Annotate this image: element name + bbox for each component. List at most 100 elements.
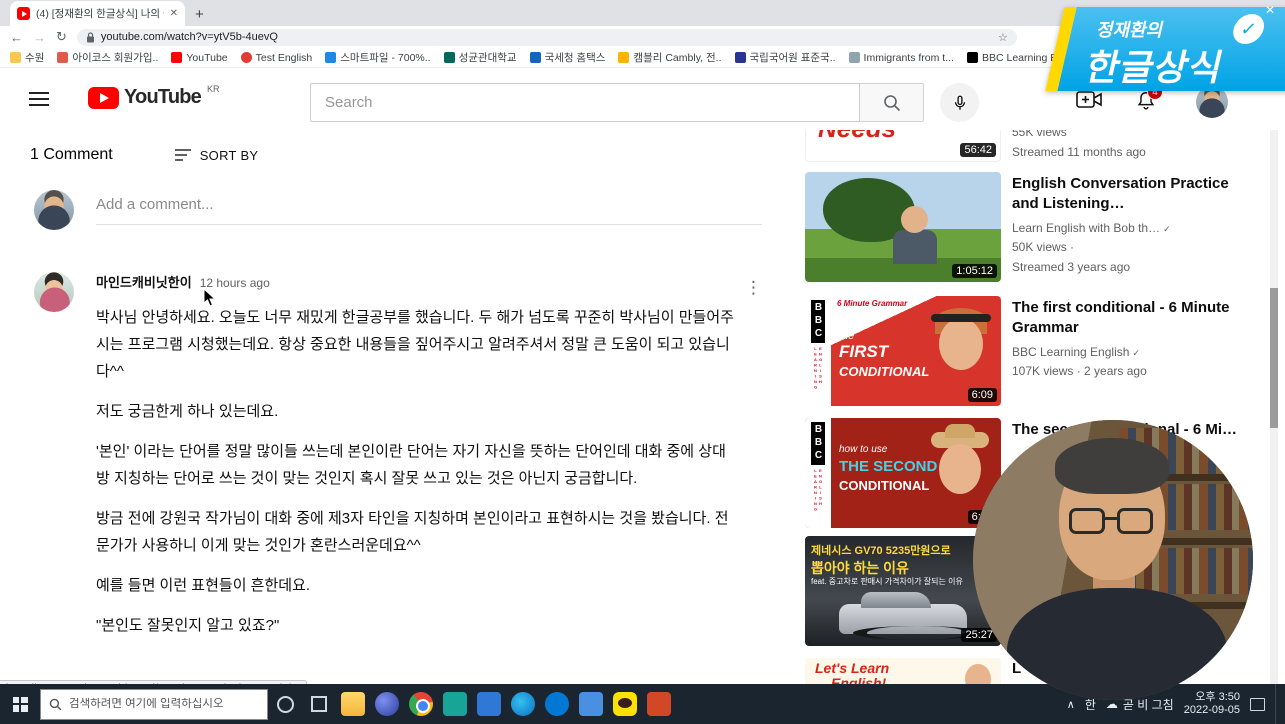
verified-icon: ✓: [1163, 224, 1171, 234]
search-button[interactable]: [860, 83, 924, 122]
channel-logo-banner: 정재환의 한글상식 ✓: [1045, 7, 1285, 91]
taskbar-app-browser[interactable]: [370, 684, 404, 724]
taskbar-app-powerpoint[interactable]: [642, 684, 676, 724]
taskbar-app-kakaotalk[interactable]: [608, 684, 642, 724]
bbc-logo: BBC LEARNING ENGLISH: [805, 418, 831, 528]
task-view-button[interactable]: [302, 684, 336, 724]
comment-menu-icon[interactable]: ⋮: [745, 278, 762, 298]
forward-icon[interactable]: →: [33, 30, 46, 45]
glasses-graphic: [1117, 508, 1153, 534]
search-box[interactable]: [310, 83, 860, 122]
site-favicon: [734, 52, 746, 63]
comment-paragraph: 저도 궁금한게 하나 있는데요.: [96, 403, 279, 420]
address-bar[interactable]: youtube.com/watch?v=ytV5b-4uevQ ☆: [76, 28, 1017, 46]
taskbar-app-notes[interactable]: [574, 684, 608, 724]
person-graphic: [939, 318, 983, 370]
cortana-button[interactable]: [268, 684, 302, 724]
bookmark-item[interactable]: Test English: [240, 52, 312, 64]
voice-search-button[interactable]: [940, 83, 979, 122]
mic-icon: [954, 95, 965, 110]
comment-paragraph: 박사님 안녕하세요. 오늘도 너무 재밌게 한글공부를 했습니다. 두 해가 넘…: [96, 309, 734, 380]
hamburger-menu-icon[interactable]: [29, 92, 49, 106]
reload-icon[interactable]: ↻: [56, 29, 67, 45]
banner-title: 한글상식: [1081, 47, 1228, 88]
recommended-video: Needs 56:42 55K views Streamed 11 months…: [805, 52, 1270, 162]
bookmark-item[interactable]: 아이코스 회원가입..: [57, 50, 158, 65]
youtube-favicon: [171, 52, 183, 63]
comments-section: 1 Comment SORT BY 마인드캐비닛한이 12 hours ago …: [0, 130, 790, 639]
chrome-icon: [409, 692, 433, 716]
video-thumbnail[interactable]: Let's Learn English!: [805, 658, 1001, 684]
add-comment-input[interactable]: [96, 196, 762, 213]
windows-logo-icon: [12, 696, 28, 712]
site-favicon: [529, 52, 541, 63]
task-view-icon: [311, 696, 327, 712]
tab-close-icon[interactable]: ✕: [170, 8, 178, 19]
bookmark-item[interactable]: 수원: [10, 50, 44, 65]
video-channel[interactable]: Learn English with Bob th… ✓: [1012, 221, 1240, 235]
create-video-button[interactable]: [1076, 90, 1102, 115]
youtube-play-icon: [88, 86, 119, 109]
taskbar-app-file-explorer[interactable]: [336, 684, 370, 724]
video-thumbnail[interactable]: 1:05:12: [805, 172, 1001, 282]
notes-icon: [579, 692, 603, 716]
edge-icon: [511, 692, 535, 716]
bookmark-item[interactable]: YouTube: [171, 52, 228, 64]
mouse-cursor: [203, 287, 217, 313]
new-tab-button[interactable]: +: [195, 6, 204, 23]
sort-by-button[interactable]: SORT BY: [174, 148, 259, 163]
video-date: Streamed 3 years ago: [1012, 260, 1131, 274]
site-favicon: [240, 52, 252, 63]
taskbar-app-mail[interactable]: [472, 684, 506, 724]
commenter-avatar[interactable]: [34, 272, 74, 312]
browser-tab[interactable]: (4) [정재환의 한글상식] 나의 삶 ✕: [10, 1, 185, 26]
scrollbar-thumb[interactable]: [1270, 288, 1278, 428]
bookmark-item[interactable]: 국세청 홈택스: [529, 50, 605, 65]
suv-graphic: [839, 592, 981, 640]
video-date: Streamed 11 months ago: [1012, 145, 1146, 159]
bookmark-item[interactable]: Immigrants from t...: [848, 52, 954, 64]
taskbar-app-teal[interactable]: [438, 684, 472, 724]
bookmark-item[interactable]: 스마트파일 - 700%..: [325, 50, 431, 65]
video-thumbnail[interactable]: 6 Minute Grammar the FIRST CONDITIONAL B…: [805, 296, 1001, 406]
video-channel[interactable]: BBC Learning English ✓: [1012, 345, 1240, 359]
glasses-graphic: [1069, 508, 1105, 534]
lock-icon: [86, 31, 94, 42]
video-thumbnail[interactable]: how to use THE SECOND CONDITIONAL BBC LE…: [805, 418, 1001, 528]
bookmark-item[interactable]: 캠블리 Cambly, 전..: [618, 50, 722, 65]
start-button[interactable]: [0, 684, 40, 724]
comment-author[interactable]: 마인드캐비닛한이: [96, 272, 192, 291]
comment-paragraph: 방금 전에 강원국 작가님이 대화 중에 제3자 타인을 지칭하며 본인이라고 …: [96, 510, 729, 554]
search-icon: [883, 94, 900, 111]
search-icon: [49, 698, 62, 710]
comment-count: 1 Comment: [30, 146, 113, 163]
taskbar-app-skype[interactable]: [540, 684, 574, 724]
bookmark-star-icon[interactable]: ☆: [998, 31, 1008, 44]
taskbar-search-box[interactable]: [40, 688, 268, 720]
taskbar-app-chrome[interactable]: [404, 684, 438, 724]
region-label: KR: [206, 84, 220, 94]
powerpoint-icon: [647, 692, 671, 716]
taskbar-search-input[interactable]: [69, 698, 259, 710]
screen: (4) [정재환의 한글상식] 나의 삶 ✕ + ✕ ← → ↻ youtube…: [0, 0, 1285, 724]
clock-date: 2022-09-05: [1183, 704, 1240, 716]
bookmark-item[interactable]: 국립국어원 표준국..: [734, 50, 836, 65]
bbc-logo: BBC LEARNING ENGLISH: [805, 296, 831, 406]
comment-paragraph: '본인' 이라는 단어를 정말 많이들 쓰는데 본인이란 단어는 자기 자신을 …: [96, 443, 726, 487]
add-comment-field[interactable]: [96, 190, 762, 225]
back-icon[interactable]: ←: [10, 30, 23, 45]
headphones-graphic: [931, 314, 991, 322]
youtube-logo[interactable]: YouTube KR: [88, 84, 220, 109]
video-title[interactable]: English Conversation Practice and Listen…: [1012, 174, 1240, 214]
skype-icon: [545, 692, 569, 716]
person-graphic: [901, 206, 928, 233]
window-close-icon[interactable]: ✕: [1265, 3, 1275, 17]
search-input[interactable]: [325, 94, 845, 111]
taskbar-app-edge[interactable]: [506, 684, 540, 724]
video-duration: 56:42: [960, 143, 996, 157]
notifications-button[interactable]: 4: [1135, 84, 1163, 117]
show-desktop-button[interactable]: [1275, 684, 1279, 724]
video-title[interactable]: The first conditional - 6 Minute Grammar: [1012, 298, 1240, 338]
bookmark-item[interactable]: 성균관대학교: [443, 50, 517, 65]
video-thumbnail[interactable]: 제네시스 GV70 5235만원으로 뽑아야 하는 이유 feat. 중고차로 …: [805, 536, 1001, 646]
